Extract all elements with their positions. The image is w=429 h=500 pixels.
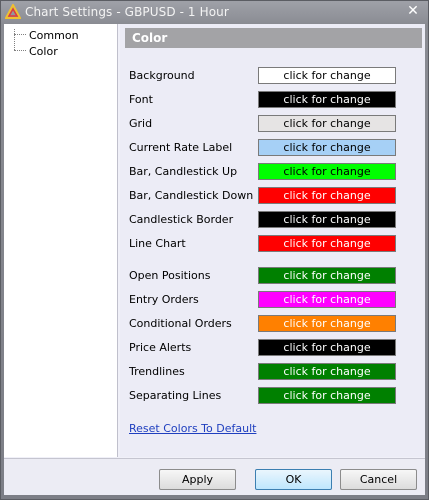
dialog-footer: Apply OK Cancel: [4, 458, 425, 495]
row-label-current-rate: Current Rate Label: [129, 141, 233, 154]
panel-header: Color: [125, 28, 422, 48]
row-label-candlestick-up: Bar, Candlestick Up: [129, 165, 238, 178]
color-button-candlestick-border[interactable]: click for change: [258, 211, 396, 228]
row-label-open-positions: Open Positions: [129, 269, 211, 282]
window-title: Chart Settings - GBPUSD - 1 Hour: [25, 5, 229, 19]
color-button-grid[interactable]: click for change: [258, 115, 396, 132]
apply-button[interactable]: Apply: [159, 469, 236, 490]
row-label-background: Background: [129, 69, 195, 82]
color-button-font[interactable]: click for change: [258, 91, 396, 108]
row-label-separating-lines: Separating Lines: [129, 389, 222, 402]
color-button-separating-lines[interactable]: click for change: [258, 387, 396, 404]
row-label-conditional-orders: Conditional Orders: [129, 317, 232, 330]
row-label-trendlines: Trendlines: [129, 365, 185, 378]
ok-button[interactable]: OK: [255, 469, 332, 490]
close-icon[interactable]: ✕: [406, 4, 420, 18]
row-label-candlestick-border: Candlestick Border: [129, 213, 234, 226]
row-label-font: Font: [129, 93, 153, 106]
color-button-candlestick-down[interactable]: click for change: [258, 187, 396, 204]
color-button-current-rate[interactable]: click for change: [258, 139, 396, 156]
row-label-entry-orders: Entry Orders: [129, 293, 199, 306]
color-button-background[interactable]: click for change: [258, 67, 396, 84]
tree-item-color[interactable]: Color: [14, 44, 58, 58]
app-icon: [4, 2, 22, 20]
tree-item-label: Color: [29, 44, 58, 58]
color-button-candlestick-up[interactable]: click for change: [258, 163, 396, 180]
row-label-grid: Grid: [129, 117, 153, 130]
title-bar[interactable]: Chart Settings - GBPUSD - 1 Hour ✕: [1, 1, 428, 23]
color-button-conditional-orders[interactable]: click for change: [258, 315, 396, 332]
row-label-line-chart: Line Chart: [129, 237, 186, 250]
reset-colors-link[interactable]: Reset Colors To Default: [129, 422, 256, 435]
tree-branch-line: [14, 34, 26, 36]
color-button-line-chart[interactable]: click for change: [258, 235, 396, 252]
color-button-entry-orders[interactable]: click for change: [258, 291, 396, 308]
tree-branch-line: [14, 50, 26, 52]
dialog-client-area: Common Color Color Background click for …: [4, 24, 425, 495]
color-button-open-positions[interactable]: click for change: [258, 267, 396, 284]
tree-item-common[interactable]: Common: [14, 28, 79, 42]
cancel-button[interactable]: Cancel: [340, 469, 417, 490]
settings-tree: Common Color: [4, 24, 118, 457]
color-button-trendlines[interactable]: click for change: [258, 363, 396, 380]
color-button-price-alerts[interactable]: click for change: [258, 339, 396, 356]
color-panel: Color Background click for change Font c…: [120, 24, 425, 457]
tree-item-label: Common: [29, 28, 79, 42]
row-label-price-alerts: Price Alerts: [129, 341, 192, 354]
chart-settings-window: Chart Settings - GBPUSD - 1 Hour ✕ Commo…: [0, 0, 429, 500]
row-label-candlestick-down: Bar, Candlestick Down: [129, 189, 254, 202]
